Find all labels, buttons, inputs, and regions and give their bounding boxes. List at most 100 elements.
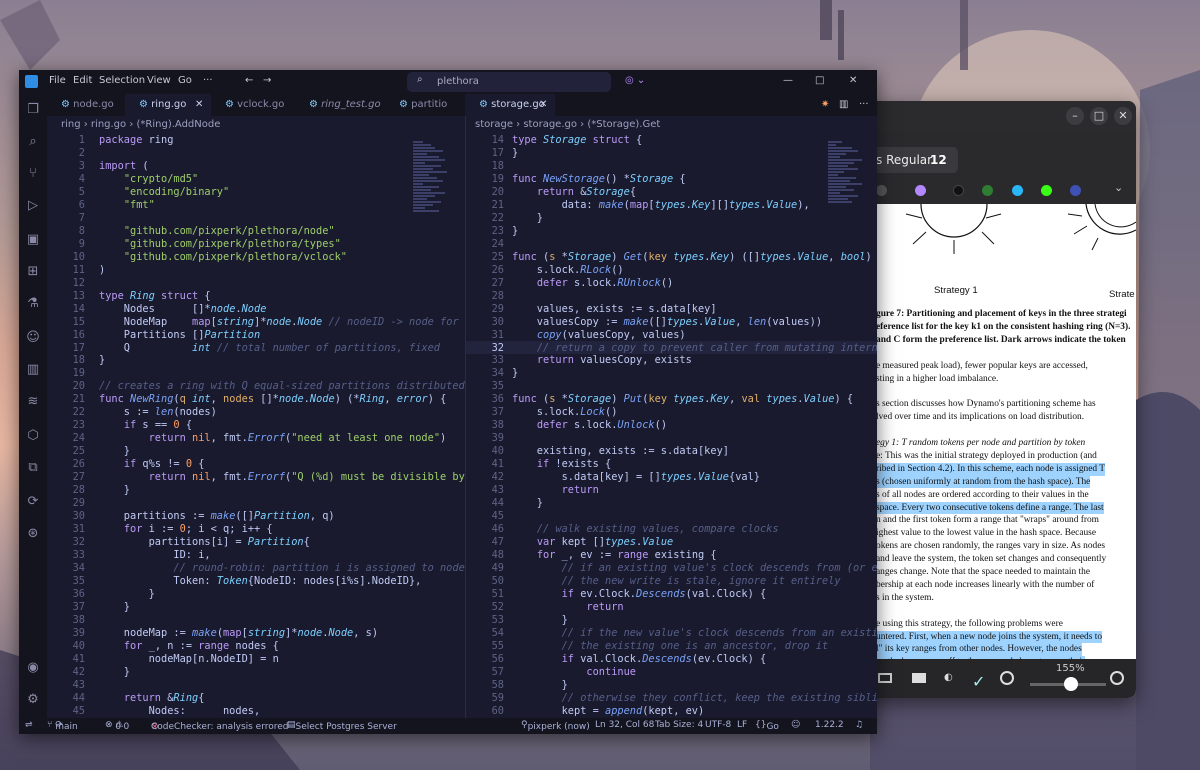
- zoom-in-icon[interactable]: [1110, 671, 1124, 685]
- minimap-left[interactable]: [413, 140, 455, 250]
- color-swatch-violet[interactable]: [915, 185, 926, 196]
- notifications-icon[interactable]: ♫: [855, 720, 863, 730]
- problems-indicator[interactable]: ⊗ 0 ⚠ 0: [105, 720, 129, 732]
- line-number: 33: [72, 549, 85, 561]
- back-arrow-icon[interactable]: ←: [245, 75, 253, 86]
- line-number: 22: [491, 211, 504, 224]
- close-icon[interactable]: ✕: [1114, 107, 1132, 125]
- compass-icon[interactable]: ⊛: [25, 526, 41, 542]
- line-number: 26: [72, 458, 85, 471]
- code-left[interactable]: package ring import ( "crypto/md5" "encod…: [99, 134, 465, 718]
- postgres-status[interactable]: ▤ Select Postgres Server: [287, 720, 397, 732]
- check-icon[interactable]: ✓: [972, 672, 985, 691]
- color-swatch-lime[interactable]: [1041, 185, 1052, 196]
- cursor-position[interactable]: Ln 32, Col 68: [595, 720, 654, 730]
- testing-icon[interactable]: ⚗: [25, 296, 41, 312]
- fit-icon[interactable]: ◐: [944, 672, 953, 683]
- window-close-icon[interactable]: ✕: [849, 75, 857, 86]
- line-number: 16: [72, 328, 85, 341]
- tab-ring-test-go[interactable]: ⚙ ring_test.go: [295, 94, 385, 116]
- line-number: 2: [78, 146, 85, 159]
- maximize-icon[interactable]: □: [1090, 107, 1108, 125]
- tab-storage-go[interactable]: ⚙ storage.go ✕: [465, 94, 555, 116]
- color-swatch-green[interactable]: [982, 185, 993, 196]
- menu-more[interactable]: ···: [203, 75, 213, 86]
- git-blame[interactable]: ⚲ pixperk (now): [521, 720, 590, 732]
- menu-go[interactable]: Go: [178, 75, 192, 86]
- menu-view[interactable]: View: [147, 75, 171, 86]
- strategy-1-label: Strategy 1: [934, 285, 978, 296]
- tab-ring-go[interactable]: ⚙ ring.go ✕: [125, 94, 211, 116]
- breadcrumb-right[interactable]: storage › storage.go › (*Storage).Get: [475, 116, 660, 134]
- extensions-icon[interactable]: ⊞: [25, 264, 41, 280]
- line-number: 24: [72, 432, 85, 445]
- source-control-icon[interactable]: ⑂: [25, 166, 41, 182]
- tab-size[interactable]: Tab Size: 4: [655, 720, 703, 730]
- eol[interactable]: LF: [737, 720, 747, 730]
- chevron-down-icon[interactable]: ⌄: [1114, 181, 1123, 194]
- breadcrumb-left[interactable]: ring › ring.go › (*Ring).AddNode: [61, 116, 220, 134]
- account-icon[interactable]: ◉: [25, 660, 41, 676]
- line-number: 5: [78, 185, 85, 198]
- line-number: 23: [491, 224, 504, 237]
- color-swatch-blue[interactable]: [1012, 185, 1023, 196]
- menu-selection[interactable]: Selection: [99, 75, 145, 86]
- package-icon[interactable]: ⬡: [25, 428, 41, 444]
- copilot-icon[interactable]: ◎ ⌄: [625, 75, 645, 86]
- single-page-icon[interactable]: [912, 673, 926, 683]
- copilot-status-icon[interactable]: ☺: [791, 720, 800, 730]
- line-number: 36: [491, 393, 504, 406]
- code-right[interactable]: type Storage struct {} func NewStorage() …: [512, 134, 877, 718]
- encoding[interactable]: UTF-8: [705, 720, 731, 730]
- line-number: 42: [72, 665, 85, 678]
- zoom-slider-handle[interactable]: [1064, 677, 1078, 691]
- gear-icon[interactable]: ⚙: [25, 692, 41, 708]
- database-icon[interactable]: ≋: [25, 394, 41, 410]
- menu-edit[interactable]: Edit: [73, 75, 92, 86]
- tab-node-go[interactable]: ⚙ node.go: [47, 94, 125, 116]
- window-maximize-icon[interactable]: □: [815, 75, 824, 86]
- line-number: 55: [491, 639, 504, 652]
- split-editor-icon[interactable]: ▥: [839, 99, 848, 110]
- remote-icon[interactable]: ⇌: [25, 720, 33, 730]
- remote-explorer-icon[interactable]: ▣: [25, 232, 41, 248]
- font-size[interactable]: 12: [930, 147, 960, 173]
- explorer-icon[interactable]: ❐: [25, 102, 41, 118]
- window-minimize-icon[interactable]: —: [783, 75, 793, 86]
- line-number: 43: [72, 678, 85, 691]
- line-number: 32: [72, 536, 85, 549]
- line-number: 20: [491, 185, 504, 198]
- color-swatch-gray[interactable]: [876, 185, 887, 196]
- line-number: 13: [72, 289, 85, 302]
- docker-icon[interactable]: ▥: [25, 362, 41, 378]
- pdf-text-line: space. Every two consecutive tokens defi…: [876, 501, 1104, 515]
- graph-icon[interactable]: ⧉: [25, 460, 41, 476]
- more-actions-icon[interactable]: ···: [859, 99, 869, 110]
- tab-partition[interactable]: ⚙ partitio: [385, 94, 465, 116]
- line-number: 45: [72, 704, 85, 717]
- color-swatch-black[interactable]: [953, 185, 964, 196]
- run-debug-icon[interactable]: ▷: [25, 198, 41, 214]
- zoom-out-icon[interactable]: [1000, 671, 1014, 685]
- pdf-text-line: and leave the system, the token set chan…: [876, 554, 1107, 565]
- search-icon[interactable]: ⌕: [25, 134, 41, 150]
- two-page-icon[interactable]: [878, 673, 892, 683]
- minimize-icon[interactable]: –: [1066, 107, 1084, 125]
- tab-vclock-go[interactable]: ⚙ vclock.go: [211, 94, 295, 116]
- branch-indicator[interactable]: ⑂ main ⟳: [47, 720, 78, 732]
- copilot-chat-icon[interactable]: ☺: [25, 330, 41, 346]
- line-number: 35: [491, 380, 504, 393]
- forward-arrow-icon[interactable]: →: [263, 75, 271, 86]
- color-swatch-indigo[interactable]: [1070, 185, 1081, 196]
- line-number: 41: [72, 652, 85, 665]
- language-mode[interactable]: {} Go: [755, 720, 779, 732]
- minimap-right[interactable]: [828, 140, 870, 250]
- menu-file[interactable]: File: [49, 75, 66, 86]
- editor-right[interactable]: 14 17 18 19 20 21 22 23 24 25 26 27 28 29 30 31 32 33 34 35…: [466, 134, 877, 718]
- sparkle-icon[interactable]: ✷: [821, 99, 829, 110]
- settings-sync-icon[interactable]: ⟳: [25, 494, 41, 510]
- editor-left[interactable]: 1 2 3 4 5 6 7 8 9 10 11 12 13 14 15 16 17 18 19 20 21 22 23 24 2…: [47, 134, 465, 718]
- command-center-search[interactable]: plethora: [407, 72, 611, 92]
- pdf-text-line: egy 1: T random tokens per node and part…: [876, 438, 1086, 448]
- go-version[interactable]: 1.22.2: [815, 720, 844, 730]
